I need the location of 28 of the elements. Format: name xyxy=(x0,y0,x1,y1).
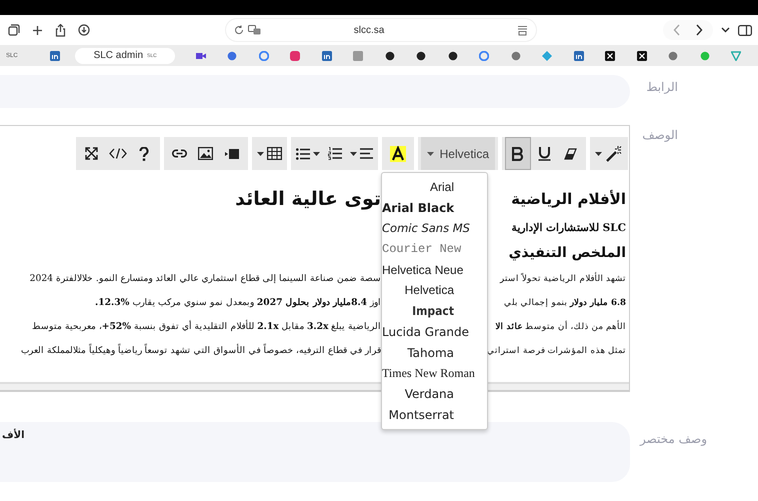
heading-text: SLC للاستشارات الإدارية xyxy=(511,220,626,234)
paragraph-text: سصة ضمن صناعة السينما إلى قطاع استثماري عالي العائد ومتسارع النمو. خلالالفترة 2024 xyxy=(30,272,381,284)
font-option[interactable]: Comic Sans MS xyxy=(382,218,487,240)
font-option[interactable]: Tahoma xyxy=(382,342,487,364)
paragraph-text: تشهد الأفلام الرياضية تحولاً استر xyxy=(500,272,626,284)
address-bar[interactable]: slcc.sa xyxy=(226,19,536,41)
font-option[interactable]: Times New Roman xyxy=(382,363,487,384)
paragraph-text: الأهم من ذلك، أن متوسط عائد الا xyxy=(495,320,626,332)
font-option[interactable]: Courier New xyxy=(382,239,487,260)
font-option[interactable]: Impact xyxy=(382,301,487,322)
heading-text: الملخص التنفيذي xyxy=(508,245,626,261)
heading-text: الأفلام الرياضية xyxy=(511,190,626,208)
heading-text: توى عالية العائد xyxy=(235,188,381,210)
paragraph-text: قرار في قطاع الترفيه، خصوصاً في الأسواق التي تشهد توسعاً رياضياً وهيكلياً مثلالمملكة العرب xyxy=(21,344,381,356)
font-option[interactable]: Lucida Grande xyxy=(382,322,487,342)
summary-field[interactable]: الأف xyxy=(0,422,630,482)
font-option[interactable]: Helvetica xyxy=(382,280,487,302)
field-label: الرابط xyxy=(645,79,679,94)
paragraph-text: 6.8 مليار دولار بنمو إجمالي بلي xyxy=(504,296,626,308)
font-option[interactable]: Arial Black xyxy=(382,198,487,218)
field-label: وصف مختصر xyxy=(640,431,708,446)
font-option[interactable]: Verdana xyxy=(382,384,487,405)
font-dropdown[interactable]: Helvetica xyxy=(420,137,495,170)
paragraph-text: تمثل هذه المؤشرات فرصة استراتي xyxy=(487,344,626,356)
field-label: الوصف xyxy=(641,127,679,142)
font-option[interactable]: Helvetica Neue xyxy=(382,260,487,280)
font-option[interactable]: Arial xyxy=(382,177,487,198)
address-text: slcc.sa xyxy=(352,24,386,36)
